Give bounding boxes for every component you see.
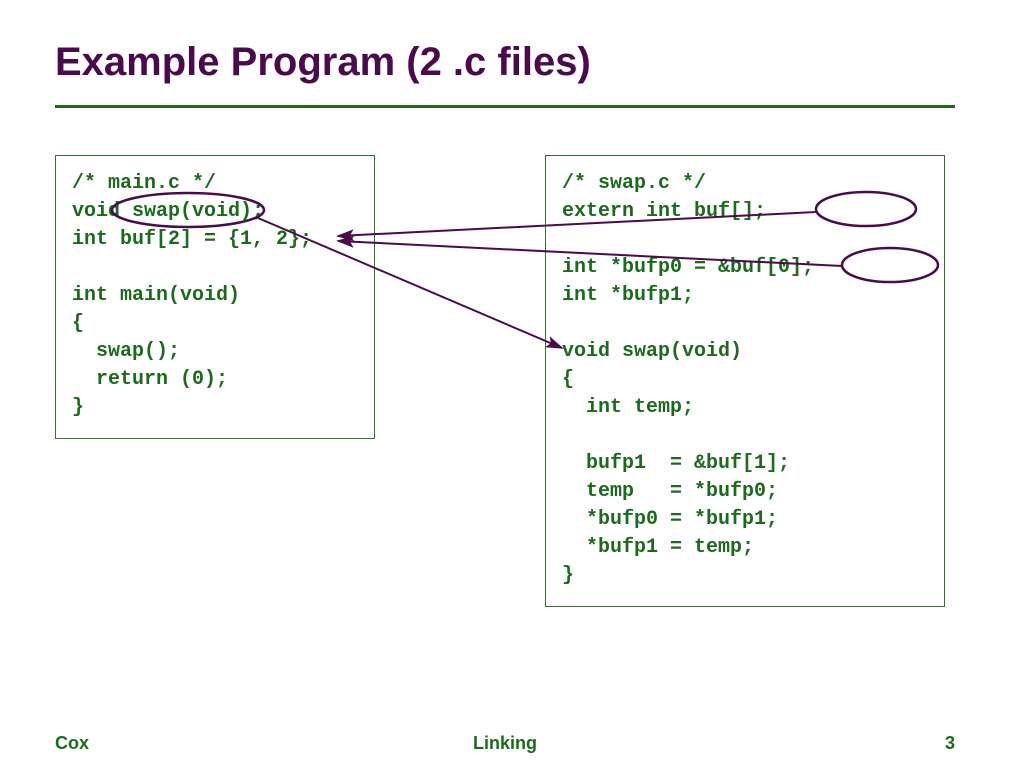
code-main-c: /* main.c */ void swap(void); int buf[2]… [72,170,358,422]
code-swap-c: /* swap.c */ extern int buf[]; int *bufp… [562,170,928,590]
footer-page-number: 3 [945,733,955,754]
code-box-swap-c: /* swap.c */ extern int buf[]; int *bufp… [545,155,945,607]
title-divider [55,105,955,108]
slide: Example Program (2 .c files) /* main.c *… [0,0,1024,768]
footer-topic: Linking [55,733,955,754]
slide-title: Example Program (2 .c files) [55,40,591,85]
code-box-main-c: /* main.c */ void swap(void); int buf[2]… [55,155,375,439]
